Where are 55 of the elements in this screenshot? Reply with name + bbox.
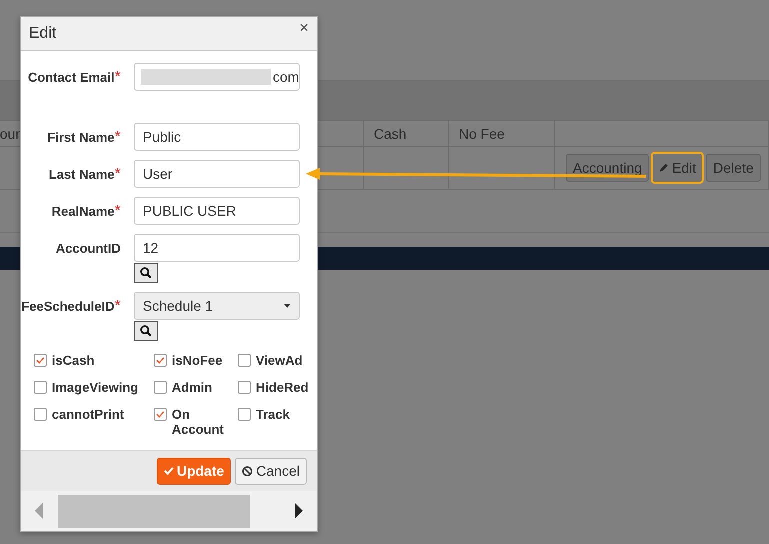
cancel-button[interactable]: Cancel [235, 458, 307, 484]
required-mark: * [114, 129, 121, 146]
field-label: First Name [48, 130, 115, 145]
scrollbar-thumb[interactable] [58, 494, 250, 528]
close-button[interactable]: × [300, 20, 309, 38]
checkbox-label: isNoFee [172, 353, 223, 368]
checkbox[interactable] [238, 354, 251, 367]
table-header-cell: No Fee [449, 120, 555, 147]
checkbox-label: ViewAd [256, 353, 303, 368]
required-mark: * [114, 69, 121, 86]
search-button[interactable] [134, 263, 158, 283]
input-field[interactable]: 12 [134, 234, 300, 262]
input-field[interactable]: com [134, 63, 300, 91]
required-mark: * [114, 166, 121, 183]
search-icon [140, 267, 152, 279]
checkbox[interactable] [154, 408, 167, 421]
checkbox[interactable] [34, 381, 47, 394]
field-label: Last Name [49, 167, 115, 182]
checkbox-label: Track [256, 407, 290, 422]
required-mark: * [114, 298, 121, 315]
horizontal-scrollbar[interactable] [21, 491, 317, 531]
checkbox-label: On Account [172, 407, 224, 437]
checkbox[interactable] [154, 381, 167, 394]
required-mark: * [114, 203, 121, 220]
pencil-icon [659, 163, 670, 173]
checkbox[interactable] [238, 381, 251, 394]
search-button[interactable] [134, 321, 158, 341]
field-label: AccountID [56, 241, 121, 256]
check-icon [156, 411, 165, 418]
checkbox[interactable] [34, 354, 47, 367]
right-arrow-icon [295, 503, 303, 519]
checkbox-label: ImageViewing [52, 380, 138, 395]
check-icon [36, 357, 45, 364]
checkbox[interactable] [238, 408, 251, 421]
input-field[interactable]: User [134, 160, 300, 188]
checkbox-label: isCash [52, 353, 95, 368]
checkbox-label: Admin [172, 380, 212, 395]
checkbox-label: cannotPrint [52, 407, 124, 422]
check-icon [156, 357, 165, 364]
field-label: Contact Email [28, 70, 115, 85]
caret-icon [284, 304, 291, 308]
input-field[interactable]: Public [134, 123, 300, 151]
table-header-cell: Cash [364, 120, 449, 147]
dialog-title: Edit [29, 24, 57, 42]
checkbox[interactable] [154, 354, 167, 367]
search-icon [140, 325, 152, 337]
prohibited-icon [242, 466, 254, 476]
left-arrow-icon [35, 503, 43, 519]
field-label: RealName [52, 204, 115, 219]
checkbox-label: HideRed [256, 380, 309, 395]
input-field[interactable]: PUBLIC USER [134, 197, 300, 225]
check-icon [164, 467, 174, 475]
schedule-dropdown[interactable]: Schedule 1 [134, 292, 300, 320]
field-label: FeeScheduleID [22, 299, 115, 314]
checkbox[interactable] [34, 408, 47, 421]
